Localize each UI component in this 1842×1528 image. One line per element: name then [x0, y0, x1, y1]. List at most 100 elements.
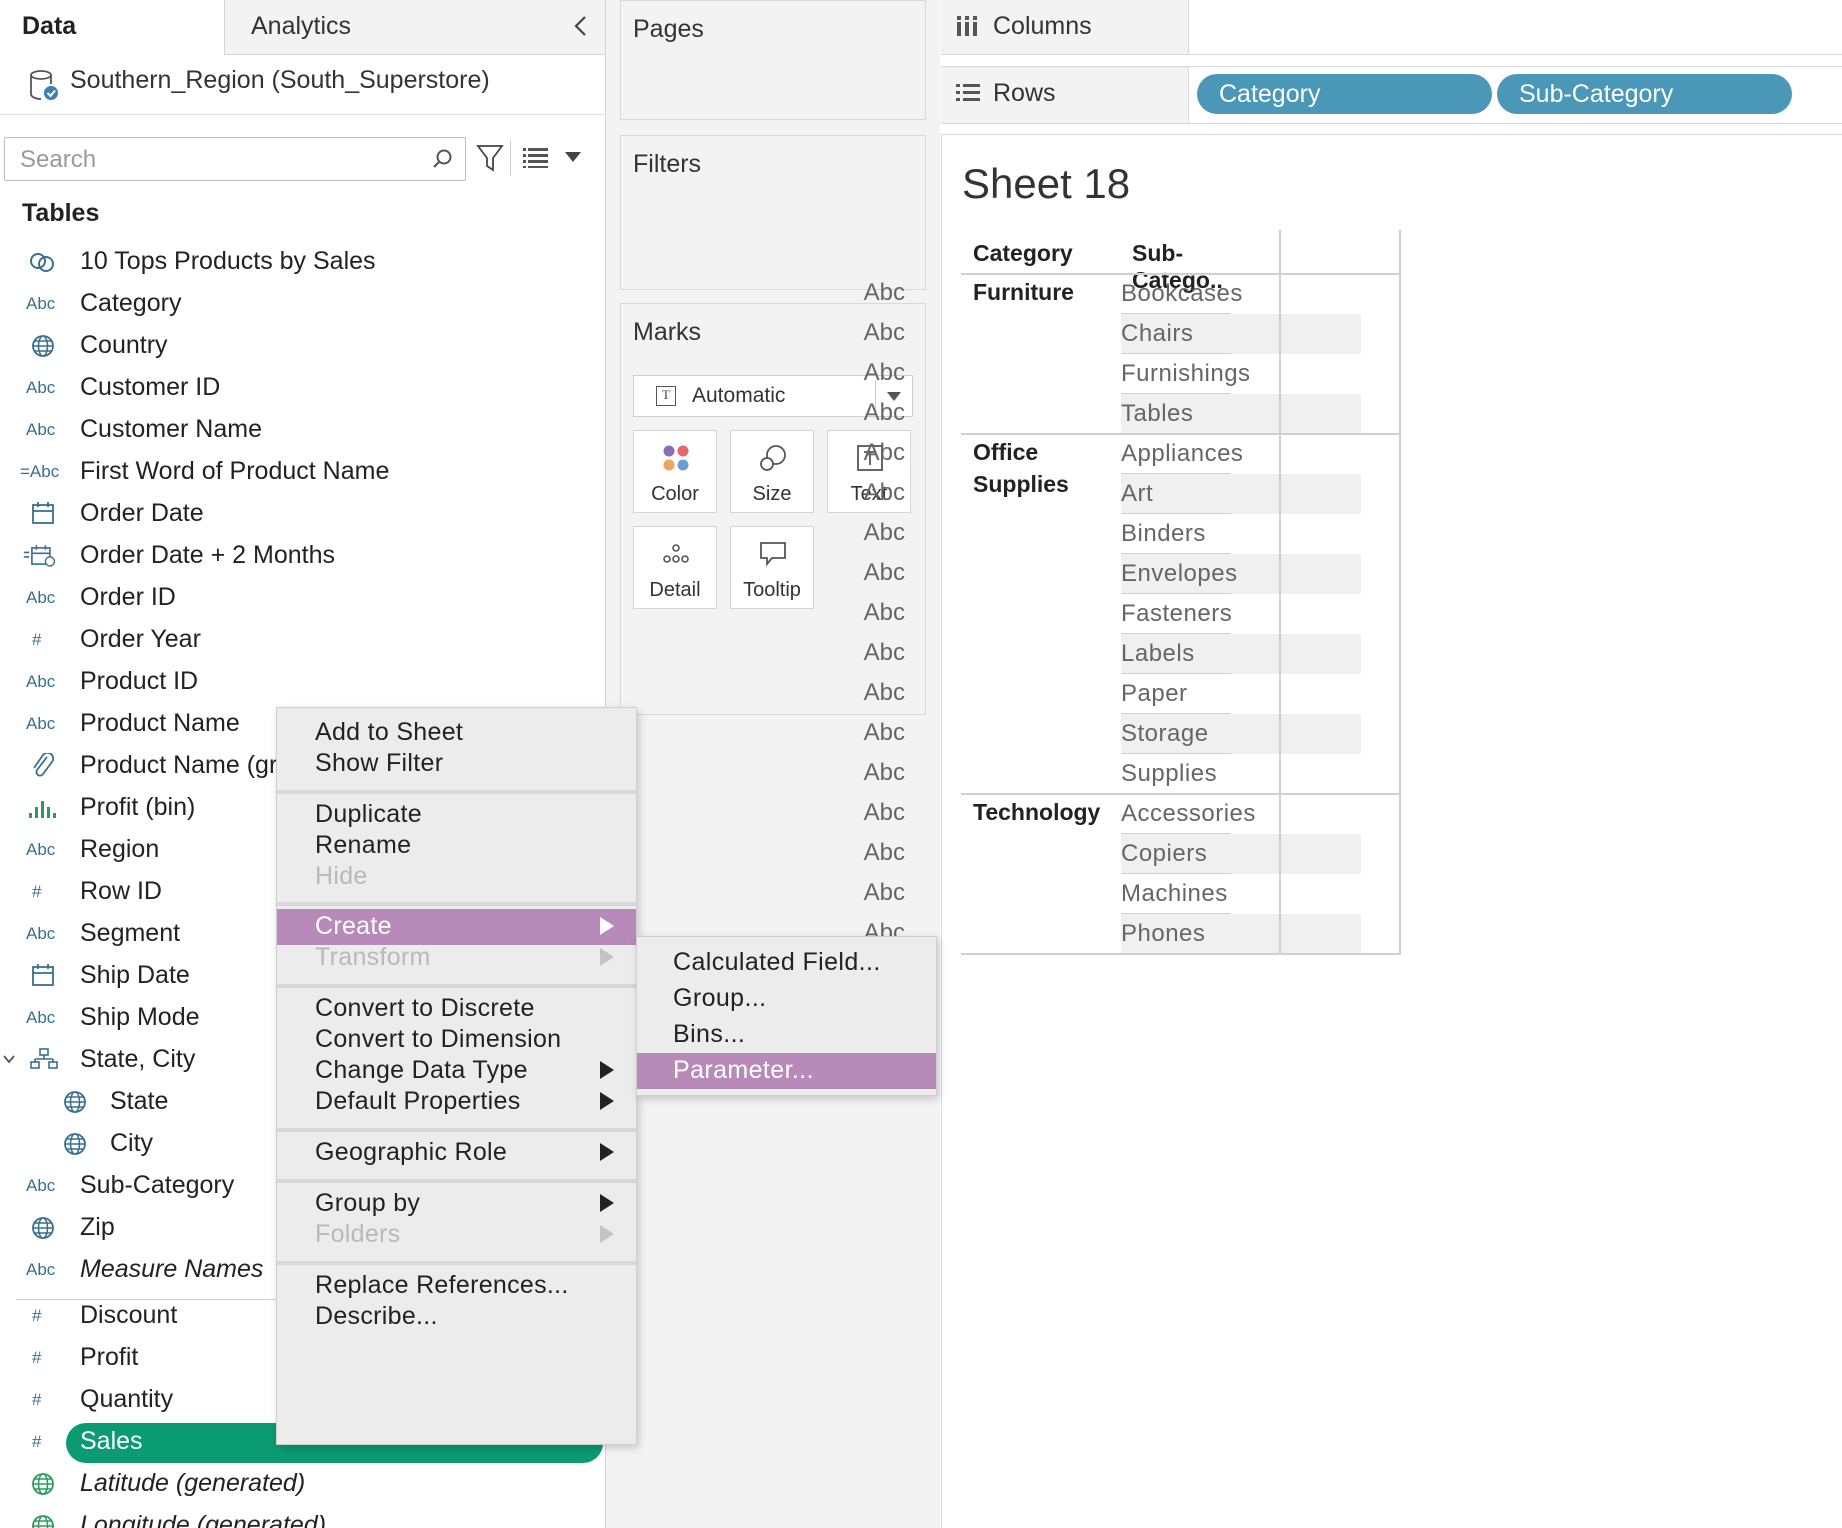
submenu-item-calculated-field[interactable]: Calculated Field...: [637, 945, 936, 981]
sub-category-cell[interactable]: Paper: [1121, 680, 1188, 708]
tab-data[interactable]: Data: [0, 0, 224, 55]
field-customer-id[interactable]: Abc Customer ID: [0, 367, 605, 409]
sub-category-cell[interactable]: Accessories: [1121, 800, 1256, 828]
field-category[interactable]: Abc Category: [0, 283, 605, 325]
submenu-item-bins[interactable]: Bins...: [637, 1017, 936, 1053]
text-mark-cell[interactable]: Abc: [864, 839, 905, 867]
field-label: Row ID: [80, 877, 162, 905]
chevron-down-icon[interactable]: [564, 150, 582, 164]
field-label: Profit (bin): [80, 793, 196, 821]
field-label: Segment: [80, 919, 181, 947]
sub-category-cell[interactable]: Phones: [1121, 920, 1205, 948]
sub-category-cell[interactable]: Appliances: [1121, 440, 1243, 468]
menu-item-label: Duplicate: [315, 800, 422, 828]
detail-button[interactable]: Detail: [633, 526, 717, 609]
menu-item-default-properties[interactable]: Default Properties: [277, 1084, 636, 1120]
menu-item-geographic-role[interactable]: Geographic Role: [277, 1135, 636, 1171]
text-mark-cell[interactable]: Abc: [864, 279, 905, 307]
filters-shelf[interactable]: Filters: [620, 135, 926, 290]
text-mark-cell[interactable]: Abc: [864, 559, 905, 587]
field-order-date-plus-2[interactable]: Order Date + 2 Months: [0, 535, 605, 577]
menu-item-label: Convert to Dimension: [315, 1025, 562, 1053]
text-mark-cell[interactable]: Abc: [864, 799, 905, 827]
datasource-row[interactable]: Southern_Region (South_Superstore): [0, 58, 605, 115]
category-header[interactable]: Category: [973, 240, 1073, 267]
color-label: Color: [651, 483, 699, 505]
field-product-id[interactable]: Abc Product ID: [0, 661, 605, 703]
pages-shelf[interactable]: Pages: [620, 0, 926, 120]
field-label: Order Date + 2 Months: [80, 541, 335, 569]
tooltip-button[interactable]: Tooltip: [730, 526, 814, 609]
category-cell[interactable]: Technology: [973, 796, 1100, 828]
field-label: Order ID: [80, 583, 176, 611]
submenu-item-parameter[interactable]: Parameter...: [637, 1053, 936, 1089]
detail-label: Detail: [649, 579, 701, 601]
filter-icon[interactable]: [476, 143, 504, 173]
field-latitude[interactable]: Latitude (generated): [0, 1463, 605, 1505]
field-first-word-product-name[interactable]: =Abc First Word of Product Name: [0, 451, 605, 493]
sub-category-cell[interactable]: Machines: [1121, 880, 1228, 908]
menu-item-label: Change Data Type: [315, 1056, 528, 1084]
globe-icon: [32, 1473, 54, 1495]
menu-item-label: Describe...: [315, 1302, 438, 1330]
sub-category-cell[interactable]: Binders: [1121, 520, 1206, 548]
text-mark-cell[interactable]: Abc: [864, 519, 905, 547]
category-cell[interactable]: Supplies: [973, 468, 1069, 500]
text-mark-cell[interactable]: Abc: [864, 879, 905, 907]
field-order-id[interactable]: Abc Order ID: [0, 577, 605, 619]
category-pill[interactable]: Category: [1197, 74, 1492, 114]
field-label: Quantity: [80, 1385, 174, 1413]
text-mark-cell[interactable]: Abc: [864, 319, 905, 347]
chevron-down-icon[interactable]: [2, 1053, 16, 1065]
sub-category-cell[interactable]: Art: [1121, 480, 1153, 508]
chevron-left-icon[interactable]: [571, 14, 591, 38]
sub-category-cell[interactable]: Furnishings: [1121, 360, 1251, 388]
sub-category-cell[interactable]: Labels: [1121, 640, 1195, 668]
search-input[interactable]: Search: [4, 137, 466, 181]
field-longitude[interactable]: Longitude (generated): [0, 1505, 605, 1528]
sub-category-pill[interactable]: Sub-Category: [1497, 74, 1792, 114]
sub-category-cell[interactable]: Supplies: [1121, 760, 1217, 788]
text-mark-cell[interactable]: Abc: [864, 679, 905, 707]
text-mark-cell[interactable]: Abc: [864, 479, 905, 507]
sub-category-cell[interactable]: Fasteners: [1121, 600, 1232, 628]
pages-title: Pages: [633, 15, 704, 43]
text-mark-cell[interactable]: Abc: [864, 439, 905, 467]
row-divider: [1121, 593, 1231, 594]
category-cell[interactable]: Furniture: [973, 276, 1074, 308]
sub-category-cell[interactable]: Copiers: [1121, 840, 1207, 868]
field-customer-name[interactable]: Abc Customer Name: [0, 409, 605, 451]
category-cell[interactable]: Office: [973, 436, 1038, 468]
text-mark-cell[interactable]: Abc: [864, 719, 905, 747]
field-order-date[interactable]: Order Date: [0, 493, 605, 535]
field-label: Order Year: [80, 625, 201, 653]
field-10-tops-products[interactable]: 10 Tops Products by Sales: [0, 241, 605, 283]
sub-category-cell[interactable]: Bookcases: [1121, 280, 1243, 308]
text-mark-cell[interactable]: Abc: [864, 599, 905, 627]
sub-category-cell[interactable]: Envelopes: [1121, 560, 1238, 588]
rows-shelf[interactable]: Rows Category Sub-Category: [941, 66, 1842, 124]
menu-item-describe[interactable]: Describe...: [277, 1299, 636, 1335]
field-order-year[interactable]: # Order Year: [0, 619, 605, 661]
columns-shelf[interactable]: Columns: [941, 0, 1842, 55]
submenu-item-group[interactable]: Group...: [637, 981, 936, 1017]
size-label: Size: [752, 483, 792, 505]
string-type-icon: Abc: [26, 294, 56, 313]
field-country[interactable]: Country: [0, 325, 605, 367]
viz-left-border: [941, 134, 942, 1528]
menu-item-label: Show Filter: [315, 749, 444, 777]
text-mark-cell[interactable]: Abc: [864, 359, 905, 387]
list-view-icon[interactable]: [522, 147, 550, 169]
text-mark-cell[interactable]: Abc: [864, 639, 905, 667]
color-button[interactable]: Color: [633, 430, 717, 513]
menu-separator: [277, 1128, 636, 1132]
sub-category-cell[interactable]: Chairs: [1121, 320, 1193, 348]
row-band: [1121, 474, 1361, 514]
tab-analytics[interactable]: Analytics: [224, 0, 605, 55]
text-mark-cell[interactable]: Abc: [864, 399, 905, 427]
sub-category-cell[interactable]: Storage: [1121, 720, 1209, 748]
sub-category-cell[interactable]: Tables: [1121, 400, 1193, 428]
menu-item-show-filter[interactable]: Show Filter: [277, 746, 636, 782]
size-button[interactable]: Size: [730, 430, 814, 513]
text-mark-cell[interactable]: Abc: [864, 759, 905, 787]
